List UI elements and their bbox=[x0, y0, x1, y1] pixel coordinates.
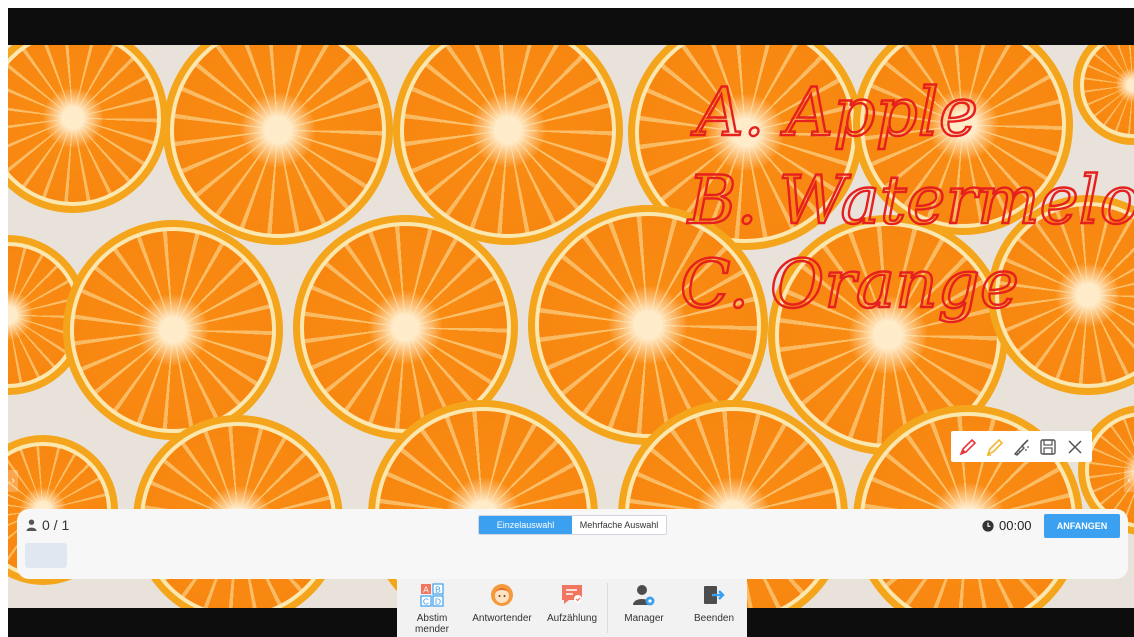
svg-text:A: A bbox=[423, 585, 429, 595]
dock-voter-label-line1: Abstim bbox=[416, 613, 448, 624]
voting-panel: 0 / 1 Einzelauswahl Mehrfache Auswahl 00… bbox=[17, 509, 1128, 579]
dock-item-voter[interactable]: A B C D Abstim mender bbox=[405, 579, 459, 637]
dock-item-enumeration[interactable]: Aufzählung bbox=[543, 579, 601, 637]
dock-item-manager[interactable]: Manager bbox=[619, 579, 669, 637]
svg-text:D: D bbox=[435, 597, 441, 607]
tab-single-choice[interactable]: Einzelauswahl bbox=[479, 516, 572, 534]
abcd-grid-icon: A B C D bbox=[419, 582, 445, 608]
orange-slice bbox=[163, 45, 393, 245]
orange-slice bbox=[63, 220, 283, 440]
annotation-toolbar bbox=[951, 431, 1092, 462]
responder-face-icon bbox=[489, 582, 515, 608]
left-margin bbox=[0, 8, 8, 637]
start-button[interactable]: ANFANGEN bbox=[1044, 514, 1120, 538]
participant-count: 0 / 1 bbox=[42, 517, 70, 533]
dock-item-enumeration-label: Aufzählung bbox=[546, 613, 598, 624]
eraser-brush-icon[interactable] bbox=[1009, 435, 1033, 459]
exit-icon bbox=[701, 582, 727, 608]
orange-slice bbox=[1073, 45, 1134, 145]
dock-item-manager-label: Manager bbox=[624, 613, 664, 624]
clock-icon bbox=[982, 519, 994, 532]
right-panel-handle[interactable]: ‹ bbox=[1124, 470, 1134, 492]
highlighter-icon[interactable] bbox=[983, 435, 1007, 459]
list-chat-icon bbox=[559, 582, 585, 608]
dock-item-voter-label: Abstim mender bbox=[415, 613, 449, 635]
bottom-dock: A B C D Abstim mender Antwortender Aufzäh… bbox=[397, 579, 747, 637]
dock-item-responder-label: Antwortender bbox=[472, 613, 532, 624]
user-gear-icon bbox=[631, 582, 657, 608]
timer: 00:00 bbox=[982, 518, 1032, 533]
user-icon bbox=[26, 519, 37, 531]
answer-slot bbox=[25, 543, 67, 568]
timer-value: 00:00 bbox=[999, 518, 1032, 533]
dock-item-exit-label: Beenden bbox=[693, 613, 735, 624]
dock-item-exit[interactable]: Beenden bbox=[689, 579, 739, 637]
participant-counter: 0 / 1 bbox=[26, 517, 69, 533]
selection-mode-toggle: Einzelauswahl Mehrfache Auswahl bbox=[478, 515, 667, 535]
top-black-bar bbox=[8, 8, 1134, 45]
orange-slice bbox=[8, 45, 168, 213]
orange-slice bbox=[393, 45, 623, 245]
dock-voter-label-line2: mender bbox=[415, 624, 449, 635]
svg-text:C: C bbox=[423, 597, 429, 607]
svg-text:B: B bbox=[435, 585, 441, 595]
save-icon[interactable] bbox=[1036, 435, 1060, 459]
close-icon[interactable] bbox=[1063, 435, 1087, 459]
dock-item-responder[interactable]: Antwortender bbox=[469, 579, 535, 637]
orange-slice bbox=[988, 195, 1134, 395]
left-panel-handle[interactable]: › bbox=[8, 470, 18, 492]
dock-divider bbox=[607, 583, 608, 633]
tab-multiple-choice[interactable]: Mehrfache Auswahl bbox=[572, 516, 666, 534]
pen-icon[interactable] bbox=[956, 435, 980, 459]
